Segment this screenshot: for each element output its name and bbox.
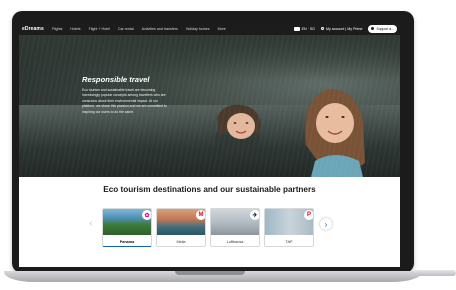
partner-label: Lufthansa <box>226 239 244 244</box>
flag-icon <box>293 26 300 31</box>
tap-logo-icon: P <box>304 210 313 220</box>
support-button[interactable]: Support a... <box>368 24 397 33</box>
partner-label: Melia <box>176 239 186 244</box>
logo[interactable]: eDreams <box>22 26 44 32</box>
laptop-side <box>414 270 456 276</box>
account-link[interactable]: My account | My Prime <box>320 26 363 31</box>
top-nav: eDreams Flights Hotels Flight + Hotel Ca… <box>19 22 400 35</box>
partner-image: ✈ <box>211 209 259 235</box>
nav-item-hotels[interactable]: Hotels <box>70 27 80 31</box>
nav-item-car-rental[interactable]: Car rental <box>118 27 134 31</box>
lufthansa-logo-icon: ✈ <box>250 210 259 220</box>
partner-label: TAP <box>285 239 293 244</box>
nav-item-holiday-homes[interactable]: Holiday homes <box>186 27 210 31</box>
partner-image: ✿ <box>103 209 151 235</box>
nav-item-flight-hotel[interactable]: Flight + Hotel <box>89 27 110 31</box>
melia-logo-icon: M <box>196 210 205 220</box>
partner-card-panama[interactable]: ✿ Panama <box>102 208 152 247</box>
nav-item-more[interactable]: More <box>218 27 226 31</box>
partner-label: Panama <box>119 239 135 244</box>
partner-image: M <box>157 209 205 235</box>
hero-banner: Responsible travel Eco tourism and susta… <box>19 35 400 177</box>
language-selector[interactable]: EN · SG <box>293 26 315 31</box>
laptop-mockup: eDreams Flights Hotels Flight + Hotel Ca… <box>0 0 456 290</box>
chevron-left-icon[interactable]: ‹ <box>86 216 96 230</box>
account-label: My account | My Prime <box>325 26 363 31</box>
partners-carousel: ‹ ✿ Panama M Melia ✈ Lufthansa P TAP › <box>19 208 400 248</box>
partner-card-melia[interactable]: M Melia <box>156 208 206 247</box>
partner-card-tap[interactable]: P TAP <box>264 208 314 247</box>
chevron-right-icon[interactable]: › <box>320 218 332 230</box>
support-label: Support a... <box>376 26 394 31</box>
nav-right: EN · SG My account | My Prime Support a.… <box>293 24 397 33</box>
partner-image: P <box>265 209 313 235</box>
laptop-screen: eDreams Flights Hotels Flight + Hotel Ca… <box>19 22 400 267</box>
hero-title: Responsible travel <box>82 75 150 84</box>
support-icon <box>371 27 375 30</box>
partner-card-lufthansa[interactable]: ✈ Lufthansa <box>210 208 260 247</box>
user-icon <box>320 27 324 30</box>
laptop-notch <box>175 271 245 275</box>
nav-item-flights[interactable]: Flights <box>52 27 63 31</box>
hero-description: Eco tourism and sustainable travel are b… <box>82 88 167 114</box>
nav-item-activities[interactable]: Activities and transfers <box>142 27 178 31</box>
language-label: EN · SG <box>301 26 315 31</box>
panama-logo-icon: ✿ <box>142 210 151 220</box>
hero-rain-overlay <box>19 35 400 177</box>
section-title: Eco tourism destinations and our sustain… <box>103 185 316 194</box>
